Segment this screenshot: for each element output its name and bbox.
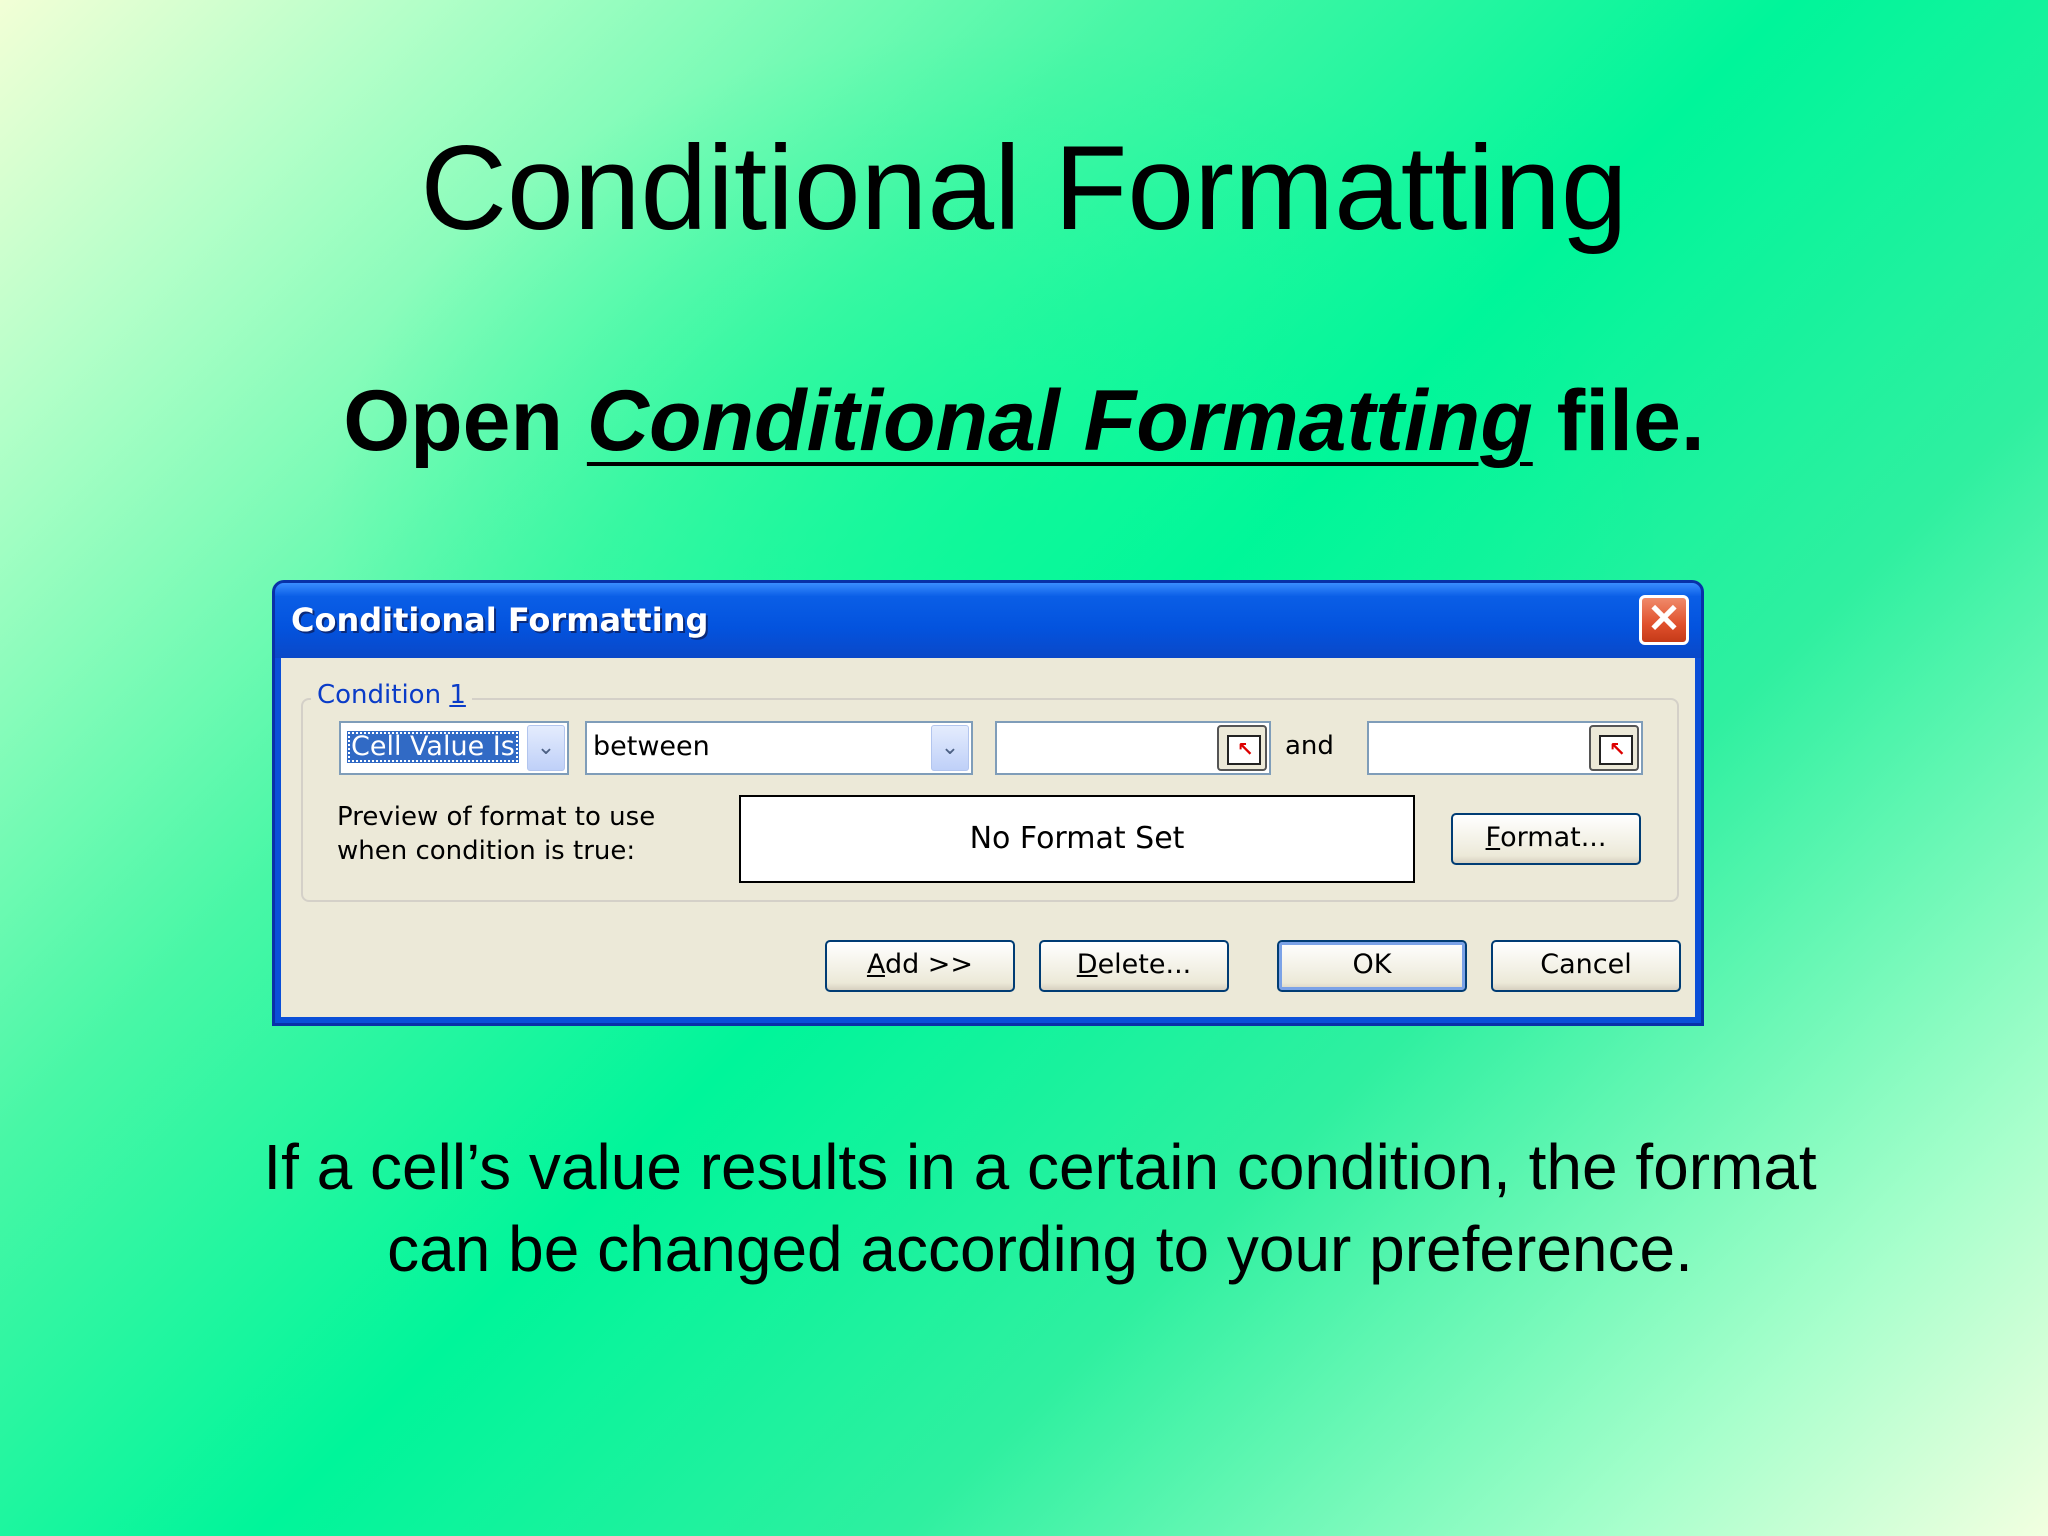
condition-type-dropdown[interactable]: Cell Value Is ⌄: [339, 721, 569, 775]
conditional-formatting-dialog: Conditional Formatting ✕ Condition 1 Cel…: [272, 580, 1704, 1026]
dialog-titlebar[interactable]: Conditional Formatting ✕: [275, 583, 1701, 658]
dialog-client-area: Condition 1 Cell Value Is ⌄ between ⌄ ↖ …: [281, 658, 1695, 1017]
subtitle-prefix: Open: [343, 373, 587, 469]
cancel-button[interactable]: Cancel: [1491, 940, 1681, 992]
value2-input[interactable]: ↖: [1367, 721, 1643, 775]
format-preview-box: No Format Set: [739, 795, 1415, 883]
condition-label-text: Condition: [317, 680, 450, 710]
add-label: dd >>: [884, 949, 974, 980]
preview-label-line1: Preview of format to use: [337, 802, 656, 832]
delete-label: elete...: [1097, 949, 1192, 980]
value1-input[interactable]: ↖: [995, 721, 1271, 775]
format-label: ormat...: [1500, 822, 1607, 853]
chevron-down-icon[interactable]: ⌄: [527, 725, 565, 771]
subtitle-suffix: file.: [1532, 373, 1705, 469]
format-mnemonic: F: [1485, 822, 1501, 853]
slide-caption: If a cell’s value results in a certain c…: [263, 1131, 1817, 1285]
close-icon[interactable]: ✕: [1639, 595, 1689, 645]
condition-number: 1: [449, 680, 466, 710]
chevron-down-icon[interactable]: ⌄: [931, 725, 969, 771]
and-label: and: [1285, 731, 1334, 761]
dialog-title: Conditional Formatting: [291, 601, 709, 639]
collapse-dialog-icon[interactable]: ↖: [1217, 725, 1267, 771]
preview-label: Preview of format to use when condition …: [337, 800, 655, 868]
delete-button[interactable]: Delete...: [1039, 940, 1229, 992]
operator-value: between: [593, 731, 710, 762]
operator-dropdown[interactable]: between ⌄: [585, 721, 973, 775]
subtitle-filename: Conditional Formatting: [586, 373, 1533, 469]
condition-group-label: Condition 1: [311, 680, 472, 710]
add-mnemonic: A: [866, 949, 885, 980]
slide-title: Conditional Formatting: [420, 121, 1628, 255]
collapse-dialog-icon[interactable]: ↖: [1589, 725, 1639, 771]
add-button[interactable]: Add >>: [825, 940, 1015, 992]
ok-button[interactable]: OK: [1277, 940, 1467, 992]
preview-label-line2: when condition is true:: [337, 836, 636, 866]
delete-mnemonic: D: [1076, 949, 1098, 980]
format-button[interactable]: Format...: [1451, 813, 1641, 865]
slide-subtitle: Open Conditional Formatting file.: [0, 378, 2048, 464]
condition-type-value: Cell Value Is: [347, 731, 519, 763]
